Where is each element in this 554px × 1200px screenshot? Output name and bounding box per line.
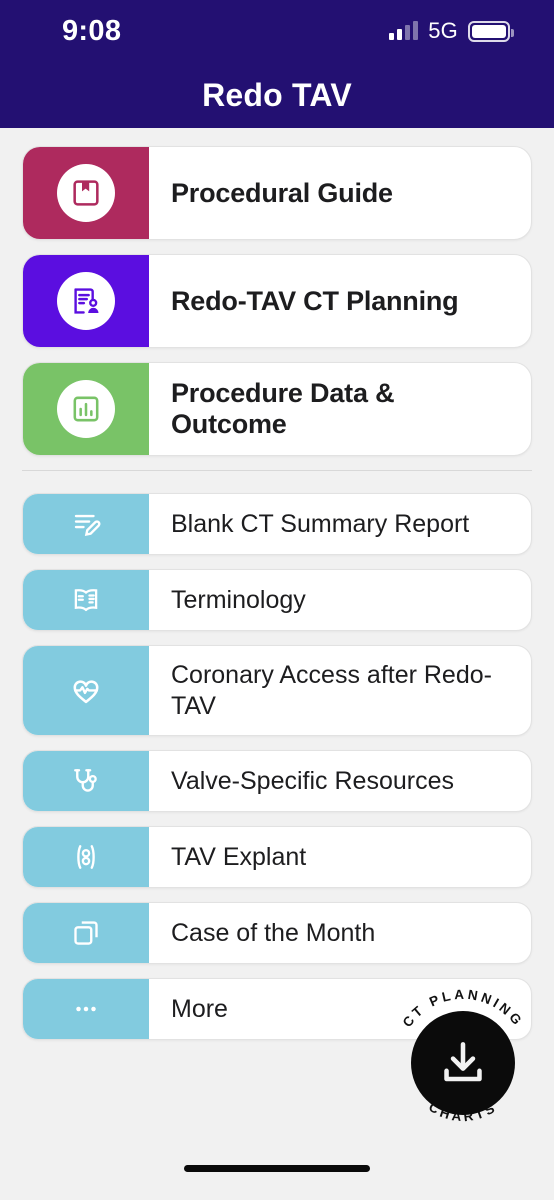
open-book-icon bbox=[23, 570, 149, 630]
bar-chart-icon bbox=[57, 380, 115, 438]
status-indicators: 5G bbox=[389, 18, 514, 44]
list-item-label: Coronary Access after Redo-TAV bbox=[171, 661, 492, 720]
page-title: Redo TAV bbox=[202, 76, 352, 113]
copy-stack-icon bbox=[23, 903, 149, 963]
list-item-blank-ct-summary-report[interactable]: Blank CT Summary Report bbox=[22, 493, 532, 555]
signal-bars-icon bbox=[389, 21, 419, 40]
network-type-label: 5G bbox=[428, 18, 458, 43]
document-edit-icon bbox=[23, 494, 149, 554]
list-item-label: Terminology bbox=[171, 585, 306, 614]
list-item-label: TAV Explant bbox=[171, 842, 307, 871]
heart-pulse-icon bbox=[23, 646, 149, 735]
book-bookmark-icon bbox=[57, 164, 115, 222]
card-label: Redo-TAV CT Planning bbox=[171, 285, 459, 316]
status-time: 9:08 bbox=[62, 14, 122, 47]
list-item-terminology[interactable]: Terminology bbox=[22, 569, 532, 631]
card-procedure-data-outcome[interactable]: Procedure Data & Outcome bbox=[22, 362, 532, 456]
card-accent bbox=[23, 147, 149, 239]
main-content: Procedural Guide Redo-TAV CT Planning Pr… bbox=[0, 128, 554, 1054]
ellipsis-icon bbox=[23, 979, 149, 1039]
list-item-label: Case of the Month bbox=[171, 918, 376, 947]
section-divider bbox=[22, 470, 532, 471]
list-item-coronary-access-after-redo-tav[interactable]: Coronary Access after Redo-TAV bbox=[22, 645, 532, 736]
card-label: Procedure Data & Outcome bbox=[171, 378, 395, 439]
card-procedural-guide[interactable]: Procedural Guide bbox=[22, 146, 532, 240]
status-bar: 9:08 5G bbox=[0, 0, 554, 62]
card-label: Procedural Guide bbox=[171, 177, 393, 208]
list-item-label: Blank CT Summary Report bbox=[171, 509, 470, 538]
card-accent bbox=[23, 363, 149, 455]
card-redo-tav-ct-planning[interactable]: Redo-TAV CT Planning bbox=[22, 254, 532, 348]
card-accent bbox=[23, 255, 149, 347]
stethoscope-icon bbox=[23, 751, 149, 811]
list-item-tav-explant[interactable]: TAV Explant bbox=[22, 826, 532, 888]
valve-explant-icon bbox=[23, 827, 149, 887]
app-header: 9:08 5G Redo TAV bbox=[0, 0, 554, 128]
battery-full-icon bbox=[468, 20, 514, 42]
home-indicator bbox=[184, 1165, 370, 1172]
document-user-icon bbox=[57, 272, 115, 330]
ct-planning-charts-fab[interactable]: CT PLANNING CHARTS bbox=[385, 985, 541, 1141]
list-item-valve-specific-resources[interactable]: Valve-Specific Resources bbox=[22, 750, 532, 812]
download-icon[interactable] bbox=[411, 1011, 515, 1115]
list-item-case-of-the-month[interactable]: Case of the Month bbox=[22, 902, 532, 964]
app-screen: 9:08 5G Redo TAV Procedural Guide Redo-T… bbox=[0, 0, 554, 1200]
list-item-label: Valve-Specific Resources bbox=[171, 766, 454, 795]
